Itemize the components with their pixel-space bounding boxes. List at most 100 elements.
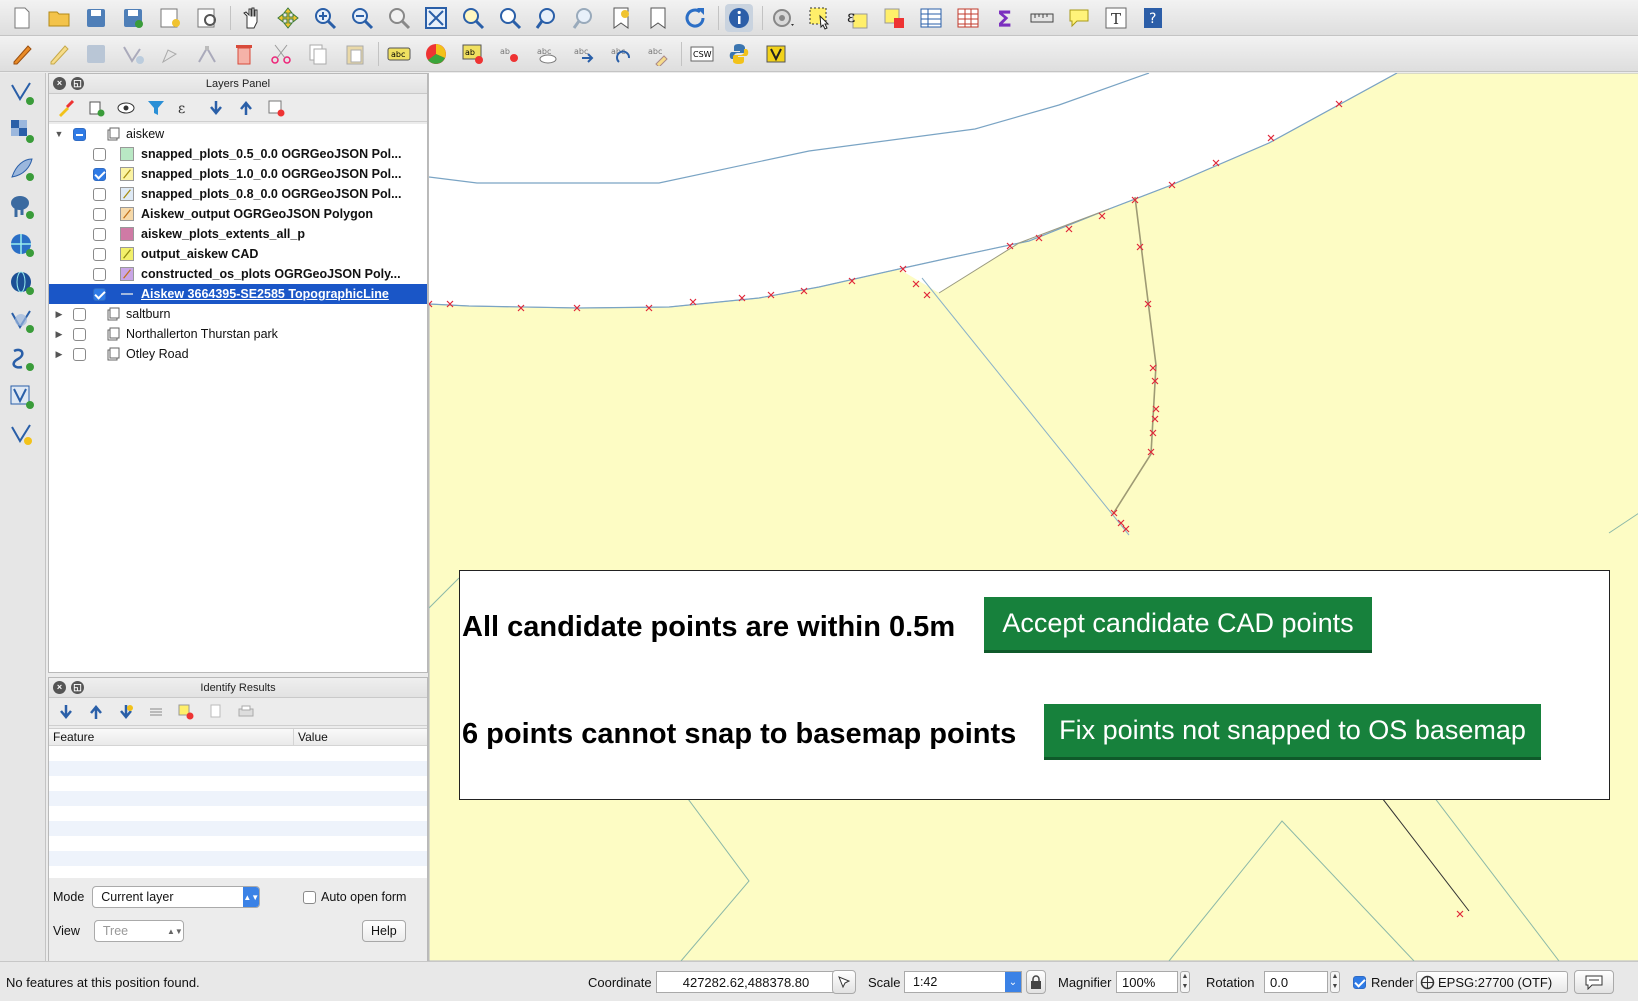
layer-row-selected[interactable]: Aiskew 3664395-SE2585 TopographicLine <box>49 284 427 304</box>
zoom-to-selection-icon[interactable] <box>459 4 487 32</box>
layer-checkbox[interactable] <box>93 267 106 281</box>
copy-features-icon[interactable] <box>304 40 332 68</box>
field-calculator-icon[interactable] <box>954 4 982 32</box>
add-wms-layer-icon[interactable] <box>4 227 40 263</box>
save-as-icon[interactable] <box>119 4 147 32</box>
close-icon[interactable]: × <box>53 681 66 694</box>
add-virtual-layer-icon[interactable] <box>4 379 40 415</box>
add-vector-layer-icon[interactable] <box>4 75 40 111</box>
zoom-native-icon[interactable] <box>385 4 413 32</box>
show-bookmarks-icon[interactable] <box>644 4 672 32</box>
zoom-full-icon[interactable] <box>422 4 450 32</box>
layer-checkbox[interactable] <box>93 247 106 261</box>
plugin-icon[interactable] <box>762 40 790 68</box>
attribute-table-icon[interactable] <box>917 4 945 32</box>
add-group-icon[interactable] <box>87 99 105 117</box>
current-edits-icon[interactable] <box>8 40 36 68</box>
toggle-editing-icon[interactable] <box>45 40 73 68</box>
label-show-hide-icon[interactable]: abc <box>533 40 561 68</box>
float-panel-icon[interactable]: ◱ <box>71 681 84 694</box>
group-checkbox[interactable] <box>73 307 86 321</box>
label-pin-icon[interactable]: ab <box>459 40 487 68</box>
add-postgis-layer-icon[interactable] <box>4 189 40 225</box>
group-checkbox[interactable] <box>73 347 86 361</box>
refresh-icon[interactable] <box>681 4 709 32</box>
layer-checkbox[interactable] <box>93 147 106 161</box>
scale-select[interactable]: 1:42 ⌄ <box>904 971 1022 993</box>
remove-layer-icon[interactable] <box>267 99 285 117</box>
layer-row[interactable]: output_aiskew CAD <box>49 244 427 264</box>
auto-open-form-checkbox[interactable] <box>303 890 316 904</box>
move-feature-icon[interactable] <box>156 40 184 68</box>
label-change-icon[interactable]: abc <box>644 40 672 68</box>
text-annotation-icon[interactable]: T <box>1102 4 1130 32</box>
add-spatialite-layer-icon[interactable] <box>4 151 40 187</box>
python-console-icon[interactable] <box>725 40 753 68</box>
style-brush-icon[interactable] <box>57 99 75 117</box>
zoom-in-icon[interactable] <box>311 4 339 32</box>
group-checkbox[interactable] <box>73 327 86 341</box>
layer-checkbox[interactable] <box>93 227 106 241</box>
expand-arrow-icon[interactable]: ▼ <box>53 129 65 139</box>
expand-arrow-icon[interactable]: ▶ <box>53 309 65 320</box>
zoom-last-icon[interactable] <box>533 4 561 32</box>
select-by-expression-icon[interactable]: ε <box>843 4 871 32</box>
map-canvas[interactable]: All candidate points are within 0.5m Acc… <box>428 73 1638 961</box>
new-project-icon[interactable] <box>8 4 36 32</box>
new-bookmark-icon[interactable] <box>607 4 635 32</box>
layer-row[interactable]: aiskew_plots_extents_all_p <box>49 224 427 244</box>
layer-row[interactable]: constructed_os_plots OGRGeoJSON Poly... <box>49 264 427 284</box>
identify-results-table[interactable]: Feature Value <box>49 728 427 878</box>
deselect-all-icon[interactable] <box>880 4 908 32</box>
layer-row[interactable]: snapped_plots_0.8_0.0 OGRGeoJSON Pol... <box>49 184 427 204</box>
new-shapefile-layer-icon[interactable] <box>4 417 40 453</box>
measure-line-icon[interactable] <box>1028 4 1056 32</box>
delete-selected-icon[interactable] <box>230 40 258 68</box>
layer-checkbox[interactable] <box>93 287 106 301</box>
help-button[interactable]: Help <box>362 920 406 942</box>
zoom-to-layer-icon[interactable] <box>496 4 524 32</box>
accept-candidate-points-button[interactable]: Accept candidate CAD points <box>984 597 1372 653</box>
select-features-icon[interactable] <box>806 4 834 32</box>
layer-group-row[interactable]: ▶ saltburn <box>49 304 427 324</box>
save-layer-edits-icon[interactable] <box>82 40 110 68</box>
view-select[interactable]: Tree ▲▼ <box>93 920 184 942</box>
map-tips-icon[interactable] <box>1065 4 1093 32</box>
layer-checkbox[interactable] <box>93 187 106 201</box>
zoom-next-icon[interactable] <box>570 4 598 32</box>
csw-icon[interactable]: CSW <box>688 40 716 68</box>
expand-arrow-icon[interactable]: ▶ <box>53 329 65 340</box>
add-raster-layer-icon[interactable] <box>4 113 40 149</box>
help-icon[interactable]: ? <box>1139 4 1167 32</box>
add-delimited-text-layer-icon[interactable] <box>4 341 40 377</box>
zoom-out-icon[interactable] <box>348 4 376 32</box>
clear-results-icon[interactable] <box>177 703 195 721</box>
layer-group-row[interactable]: ▶ Northallerton Thurstan park <box>49 324 427 344</box>
statistical-summary-icon[interactable]: Σ <box>991 4 1019 32</box>
messages-icon[interactable] <box>1574 970 1614 994</box>
rotation-spinner-icon[interactable]: ▲ ▼ <box>1330 971 1340 993</box>
identify-features-icon[interactable] <box>725 3 753 32</box>
paste-features-icon[interactable] <box>341 40 369 68</box>
magnifier-spinner-icon[interactable]: ▲ ▼ <box>1180 971 1190 993</box>
collapse-all-icon[interactable] <box>237 99 255 117</box>
layer-checkbox[interactable] <box>93 167 106 181</box>
add-wcs-layer-icon[interactable] <box>4 265 40 301</box>
coordinate-field[interactable]: 427282.62,488378.80 <box>656 971 836 993</box>
toggle-extents-icon[interactable] <box>832 970 856 994</box>
add-wfs-layer-icon[interactable] <box>4 303 40 339</box>
layer-group-row[interactable]: ▶ Otley Road <box>49 344 427 364</box>
label-move-icon[interactable]: abc <box>570 40 598 68</box>
layer-checkbox[interactable] <box>93 207 106 221</box>
feature-column-header[interactable]: Feature <box>49 729 294 745</box>
label-highlight-icon[interactable]: ab <box>496 40 524 68</box>
value-column-header[interactable]: Value <box>294 729 328 745</box>
layer-row[interactable]: snapped_plots_0.5_0.0 OGRGeoJSON Pol... <box>49 144 427 164</box>
filter-legend-icon[interactable] <box>147 99 165 117</box>
mode-select[interactable]: Current layer ▲▼ <box>92 886 261 908</box>
magnifier-field[interactable]: 100% <box>1116 971 1178 993</box>
pan-to-selection-icon[interactable] <box>274 4 302 32</box>
float-panel-icon[interactable]: ◱ <box>71 77 84 90</box>
label-rotate-icon[interactable]: abc <box>607 40 635 68</box>
layer-group-row[interactable]: ▼ aiskew <box>49 124 427 144</box>
